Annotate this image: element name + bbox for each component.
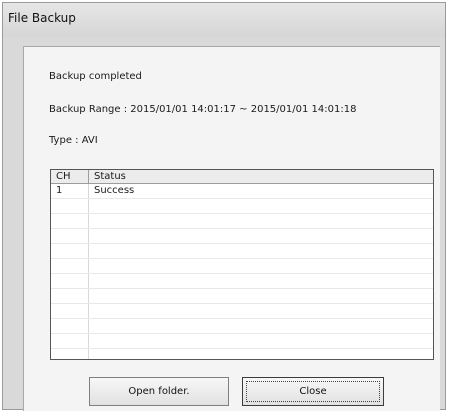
backup-type-text: Type : AVI — [49, 135, 98, 146]
file-backup-dialog: File Backup Backup completed Backup Rang… — [2, 2, 446, 411]
table-row[interactable] — [51, 259, 433, 274]
table-body: 1 Success — [51, 184, 433, 359]
cell-ch — [51, 274, 89, 288]
column-header-status[interactable]: Status — [89, 170, 433, 183]
cell-ch — [51, 229, 89, 243]
cell-status — [89, 229, 433, 243]
column-header-ch[interactable]: CH — [51, 170, 89, 183]
cell-status — [89, 214, 433, 228]
open-folder-label: Open folder. — [128, 386, 190, 397]
cell-ch — [51, 259, 89, 273]
cell-status — [89, 319, 433, 333]
table-header: CH Status — [51, 170, 433, 184]
cell-status — [89, 349, 433, 359]
table-row[interactable] — [51, 349, 433, 359]
cell-status — [89, 334, 433, 348]
cell-ch — [51, 304, 89, 318]
table-row[interactable] — [51, 304, 433, 319]
cell-ch — [51, 319, 89, 333]
cell-ch — [51, 244, 89, 258]
window-title: File Backup — [8, 11, 76, 25]
cell-status — [89, 304, 433, 318]
cell-ch — [51, 349, 89, 359]
table-row[interactable] — [51, 289, 433, 304]
dialog-content: Backup completed Backup Range : 2015/01/… — [23, 46, 440, 411]
table-row[interactable]: 1 Success — [51, 184, 433, 199]
cell-ch — [51, 214, 89, 228]
cell-status — [89, 274, 433, 288]
cell-ch — [51, 199, 89, 213]
table-row[interactable] — [51, 274, 433, 289]
backup-status-text: Backup completed — [49, 71, 142, 82]
table-row[interactable] — [51, 319, 433, 334]
cell-status — [89, 199, 433, 213]
open-folder-button[interactable]: Open folder. — [89, 377, 229, 406]
cell-ch — [51, 334, 89, 348]
backup-range-text: Backup Range : 2015/01/01 14:01:17 ~ 201… — [49, 104, 357, 115]
table-row[interactable] — [51, 244, 433, 259]
cell-status — [89, 289, 433, 303]
table-row[interactable] — [51, 334, 433, 349]
cell-ch — [51, 289, 89, 303]
table-row[interactable] — [51, 229, 433, 244]
focus-rectangle — [246, 381, 380, 402]
cell-status — [89, 244, 433, 258]
table-row[interactable] — [51, 214, 433, 229]
close-button[interactable]: Close — [242, 377, 384, 406]
cell-status — [89, 259, 433, 273]
cell-status: Success — [94, 185, 135, 196]
table-row[interactable] — [51, 199, 433, 214]
title-bar[interactable]: File Backup — [3, 3, 445, 37]
backup-result-table[interactable]: CH Status 1 Success — [50, 169, 434, 360]
cell-ch: 1 — [51, 184, 89, 198]
